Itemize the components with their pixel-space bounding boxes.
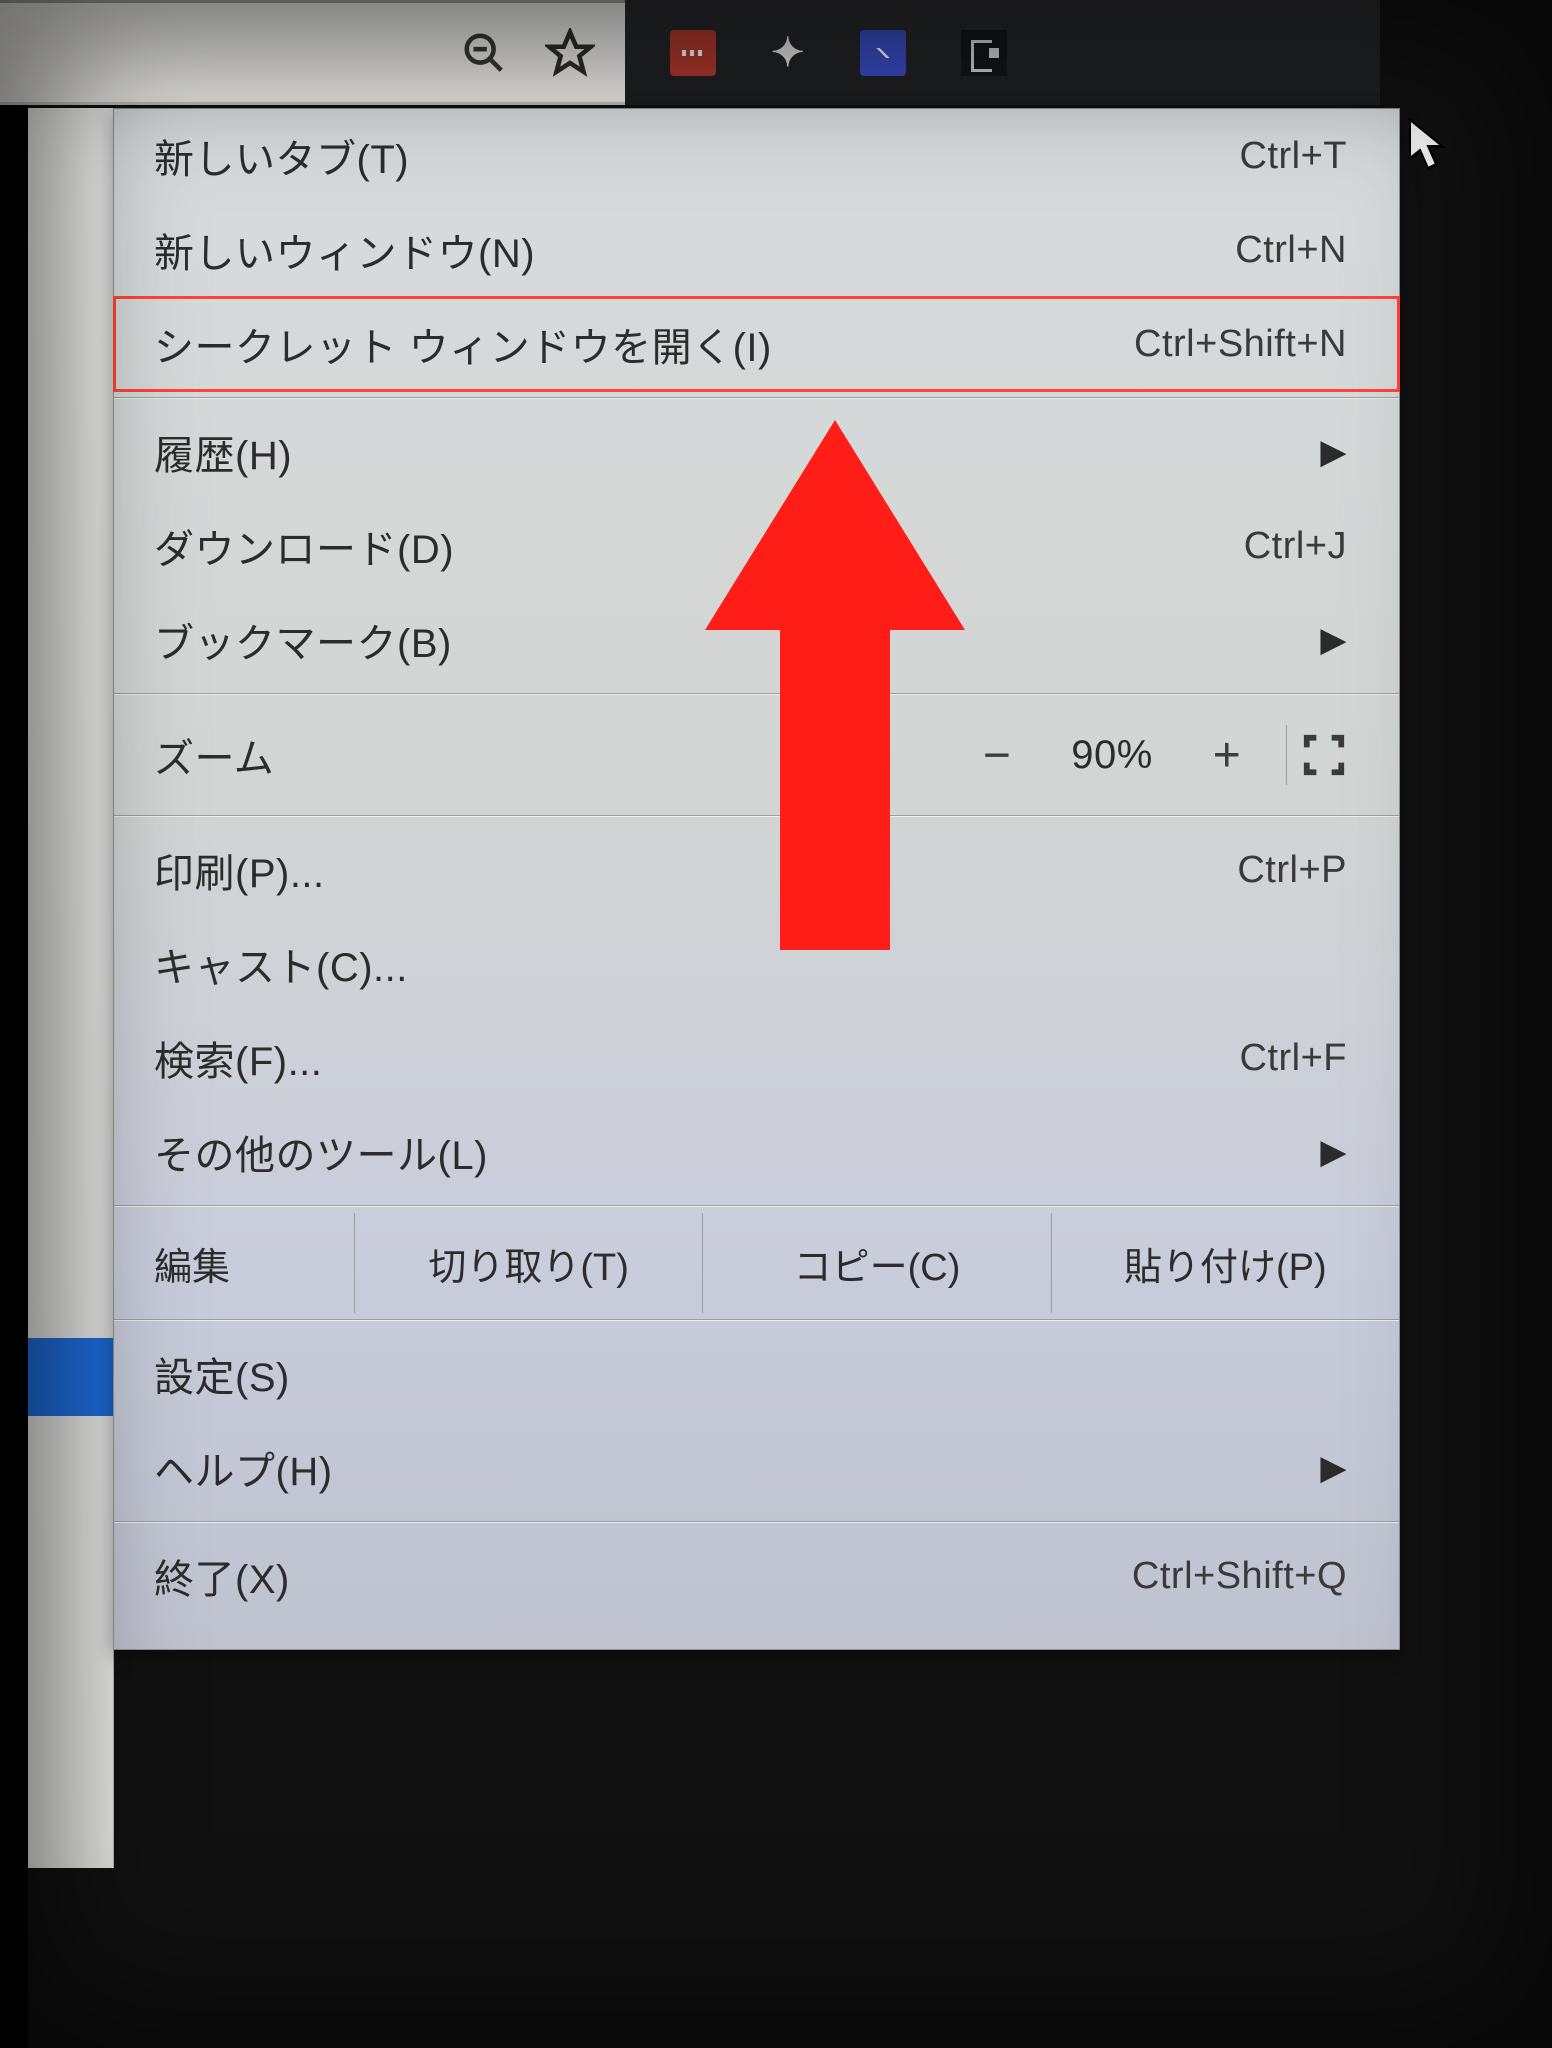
zoom-out-icon[interactable] — [461, 30, 507, 76]
chrome-main-menu: 新しいタブ(T) Ctrl+T 新しいウィンドウ(N) Ctrl+N シークレッ… — [113, 108, 1400, 1650]
edit-paste-button[interactable]: 貼り付け(P) — [1051, 1213, 1399, 1313]
toolbar-extensions: ✦ — [625, 0, 1380, 105]
menu-label: 印刷(P)... — [154, 841, 325, 899]
fullscreen-icon[interactable] — [1301, 732, 1347, 778]
address-bar-segment — [0, 0, 625, 105]
zoom-in-button[interactable]: + — [1182, 728, 1272, 783]
menu-item-new-tab[interactable]: 新しいタブ(T) Ctrl+T — [114, 109, 1399, 203]
zoom-out-button[interactable]: − — [952, 728, 1042, 783]
menu-item-find[interactable]: 検索(F)... Ctrl+F — [114, 1011, 1399, 1105]
submenu-arrow-icon: ▶ — [1320, 432, 1347, 472]
menu-label: 設定(S) — [154, 1345, 290, 1403]
menu-separator — [114, 1319, 1399, 1321]
page-selected-item — [28, 1338, 113, 1416]
menu-shortcut: Ctrl+P — [1237, 849, 1347, 892]
menu-item-history[interactable]: 履歴(H) ▶ — [114, 405, 1399, 499]
menu-separator — [114, 693, 1399, 695]
menu-label: キャスト(C)... — [154, 935, 408, 993]
extension-icon-2[interactable]: ✦ — [771, 30, 805, 76]
menu-item-exit[interactable]: 終了(X) Ctrl+Shift+Q — [114, 1529, 1399, 1623]
menu-label: シークレット ウィンドウを開く(I) — [154, 315, 772, 373]
menu-item-bookmarks[interactable]: ブックマーク(B) ▶ — [114, 593, 1399, 687]
extension-icon-3[interactable] — [860, 30, 906, 76]
menu-item-new-window[interactable]: 新しいウィンドウ(N) Ctrl+N — [114, 203, 1399, 297]
menu-label: 検索(F)... — [154, 1029, 322, 1087]
menu-item-incognito[interactable]: シークレット ウィンドウを開く(I) Ctrl+Shift+N — [114, 297, 1399, 391]
extension-icon-1[interactable] — [670, 30, 716, 76]
page-left-sliver — [28, 108, 114, 1868]
browser-toolbar: ✦ — [0, 0, 1380, 105]
menu-item-settings[interactable]: 設定(S) — [114, 1327, 1399, 1421]
extension-icon-4[interactable] — [961, 30, 1007, 76]
menu-item-edit: 編集 切り取り(T) コピー(C) 貼り付け(P) — [114, 1213, 1399, 1313]
bookmark-star-icon[interactable] — [545, 28, 595, 78]
submenu-arrow-icon: ▶ — [1320, 1132, 1347, 1172]
submenu-arrow-icon: ▶ — [1320, 1448, 1347, 1488]
menu-shortcut: Ctrl+Shift+N — [1134, 323, 1347, 366]
menu-label: 終了(X) — [154, 1547, 290, 1605]
menu-item-print[interactable]: 印刷(P)... Ctrl+P — [114, 823, 1399, 917]
menu-item-help[interactable]: ヘルプ(H) ▶ — [114, 1421, 1399, 1515]
menu-label: 編集 — [114, 1236, 354, 1291]
menu-label: 新しいウィンドウ(N) — [154, 221, 535, 279]
menu-shortcut: Ctrl+J — [1244, 525, 1347, 568]
menu-shortcut: Ctrl+Shift+Q — [1132, 1555, 1347, 1598]
menu-separator — [114, 815, 1399, 817]
submenu-arrow-icon: ▶ — [1320, 620, 1347, 660]
menu-divider — [1286, 725, 1287, 785]
menu-separator — [114, 397, 1399, 399]
menu-label: ダウンロード(D) — [154, 517, 454, 575]
menu-label: ズーム — [154, 726, 274, 784]
menu-shortcut: Ctrl+T — [1240, 135, 1348, 178]
menu-separator — [114, 1521, 1399, 1523]
menu-item-downloads[interactable]: ダウンロード(D) Ctrl+J — [114, 499, 1399, 593]
menu-label: 新しいタブ(T) — [154, 127, 409, 185]
edit-copy-button[interactable]: コピー(C) — [702, 1213, 1050, 1313]
menu-item-more-tools[interactable]: その他のツール(L) ▶ — [114, 1105, 1399, 1199]
menu-label: ブックマーク(B) — [154, 611, 452, 669]
menu-separator — [114, 1205, 1399, 1207]
menu-shortcut: Ctrl+F — [1240, 1037, 1348, 1080]
menu-item-zoom: ズーム − 90% + — [114, 701, 1399, 809]
menu-label: 履歴(H) — [154, 423, 292, 481]
screen-edge-black — [0, 0, 28, 2048]
menu-item-cast[interactable]: キャスト(C)... — [114, 917, 1399, 1011]
menu-label: その他のツール(L) — [154, 1123, 488, 1181]
menu-shortcut: Ctrl+N — [1235, 229, 1347, 272]
zoom-value: 90% — [1042, 733, 1182, 778]
edit-cut-button[interactable]: 切り取り(T) — [354, 1213, 702, 1313]
menu-label: ヘルプ(H) — [154, 1439, 333, 1497]
cursor-icon — [1408, 118, 1448, 181]
